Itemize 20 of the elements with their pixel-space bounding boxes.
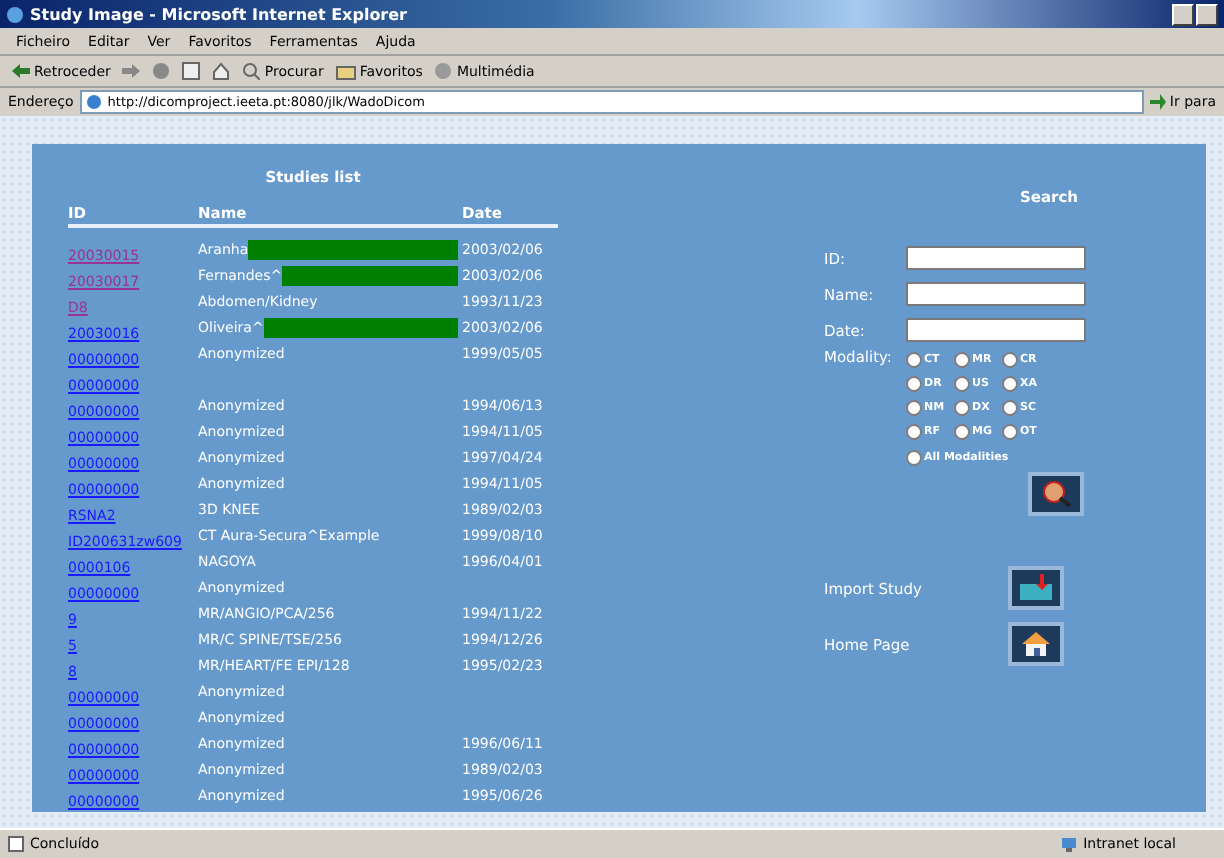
input-field[interactable] [906, 246, 1086, 270]
window-title: Study Image - Microsoft Internet Explorer [30, 5, 409, 23]
network-icon [1059, 835, 1078, 853]
search-icon [1038, 480, 1074, 508]
action-button[interactable] [1008, 622, 1064, 666]
search-button[interactable] [1028, 472, 1084, 516]
minimize-button[interactable] [1172, 3, 1194, 25]
go-arrow-icon [1149, 94, 1166, 110]
action-button[interactable] [1008, 566, 1064, 610]
folder-arrow-icon [1018, 574, 1054, 602]
input-field[interactable] [906, 318, 1086, 342]
input-field[interactable] [906, 282, 1086, 306]
house-icon [1018, 630, 1054, 658]
page-icon [85, 94, 102, 110]
page-icon [8, 836, 24, 852]
folder-icon [335, 63, 356, 79]
search-icon [242, 62, 261, 80]
browser-icon [6, 5, 24, 23]
maximize-button[interactable] [1196, 3, 1218, 25]
back-arrow-icon [12, 64, 30, 78]
